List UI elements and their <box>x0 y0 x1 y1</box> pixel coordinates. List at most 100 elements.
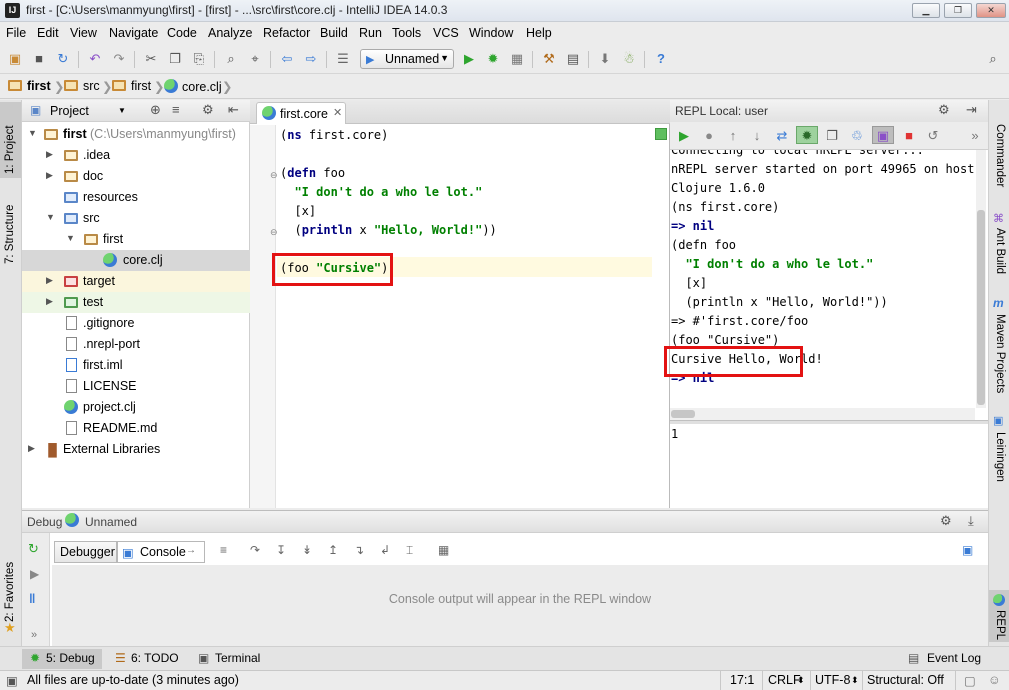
tab-todo[interactable]: 6: TODO <box>131 651 179 665</box>
repl-output[interactable]: Connecting to local nREPL server... nREP… <box>670 150 975 420</box>
tree-row-gitignore[interactable]: .gitignore <box>22 313 250 334</box>
repl-scrollbar-thumb[interactable] <box>977 210 985 405</box>
project-structure-icon[interactable]: ▤ <box>564 50 582 68</box>
tree-row-core-clj[interactable]: core.clj <box>22 250 250 271</box>
structural-mode[interactable]: Structural: Off <box>867 673 944 687</box>
tree-row-readme[interactable]: README.md <box>22 418 250 439</box>
clear-icon[interactable]: ♲ <box>848 127 866 145</box>
code-line-6[interactable]: (println x "Hello, World!")) <box>280 223 496 242</box>
expand-arrow-icon[interactable]: ▼ <box>46 212 55 222</box>
console-area[interactable]: Console output will appear in the REPL w… <box>52 565 988 647</box>
show-execution-point-icon[interactable]: ≡ <box>220 543 227 557</box>
reconnect-icon[interactable]: ↺ <box>924 127 942 145</box>
resume-icon[interactable]: ▶ <box>30 567 39 581</box>
hide-panel-icon[interactable]: ⤓ <box>968 513 974 529</box>
frames-icon[interactable]: ▦ <box>438 543 449 557</box>
collapsed-arrow-icon[interactable]: ▶ <box>46 296 53 307</box>
forward-icon[interactable]: ⇨ <box>302 50 320 68</box>
pin-icon[interactable]: ▣ <box>872 126 894 144</box>
breadcrumb-file[interactable]: core.clj <box>164 79 222 94</box>
tree-row-root[interactable]: ▼ first (C:\Users\manmyung\first) <box>22 124 250 145</box>
collapsed-arrow-icon[interactable]: ▶ <box>46 170 53 181</box>
tab-debug[interactable]: 5: Debug <box>46 651 95 665</box>
cut-icon[interactable]: ✂ <box>142 50 160 68</box>
tab-maven-projects[interactable]: Maven Projects <box>994 314 1006 393</box>
tree-row-first-iml[interactable]: first.iml <box>22 355 250 376</box>
menu-tools[interactable]: Tools <box>392 26 421 40</box>
search-everywhere-icon[interactable]: ⌕ <box>984 50 1002 68</box>
sdk-manager-icon[interactable]: ⬇ <box>596 50 614 68</box>
run-icon[interactable]: ▶ <box>675 127 693 145</box>
tab-repl[interactable]: REPL <box>994 610 1006 640</box>
menu-view[interactable]: View <box>70 26 97 40</box>
find-icon[interactable]: ⌕ <box>222 50 240 68</box>
rerun-icon[interactable]: ↻ <box>28 541 39 557</box>
evaluate-icon[interactable]: ⌶ <box>406 543 413 558</box>
code-line-3[interactable]: (defn foo <box>280 166 345 185</box>
code-line-5[interactable]: [x] <box>280 204 316 223</box>
pin-tab-icon[interactable]: → <box>186 545 196 556</box>
settings-icon[interactable]: ⚒ <box>540 50 558 68</box>
more-icon[interactable]: » <box>966 127 984 145</box>
code-line-1[interactable]: (ns first.core) <box>280 128 388 147</box>
menu-code[interactable]: Code <box>167 26 197 40</box>
menu-build[interactable]: Build <box>320 26 348 40</box>
tree-row-nrepl-port[interactable]: .nrepl-port <box>22 334 250 355</box>
close-repl-icon[interactable]: ■ <box>900 127 918 145</box>
stop-icon[interactable]: ● <box>700 127 718 145</box>
tree-row-resources[interactable]: resources <box>22 187 250 208</box>
menu-analyze[interactable]: Analyze <box>208 26 252 40</box>
history-up-icon[interactable]: ↑ <box>724 127 742 145</box>
pause-icon[interactable]: ‖ <box>29 591 35 606</box>
menu-file[interactable]: File <box>6 26 26 40</box>
history-down-icon[interactable]: ↓ <box>748 127 766 145</box>
copy-icon[interactable]: ❐ <box>166 50 184 68</box>
tab-leiningen[interactable]: Leiningen <box>994 432 1006 482</box>
tab-favorites[interactable]: 2: Favorites <box>4 562 16 622</box>
expand-arrow-icon[interactable]: ▼ <box>28 128 37 138</box>
breadcrumb-first[interactable]: first <box>112 79 151 93</box>
collapsed-arrow-icon[interactable]: ▶ <box>28 443 35 454</box>
sync-icon[interactable]: ↻ <box>54 50 72 68</box>
step-into-icon[interactable]: ↧ <box>276 543 286 557</box>
more-icon[interactable]: » <box>31 629 37 641</box>
menu-run[interactable]: Run <box>359 26 382 40</box>
force-step-into-icon[interactable]: ↡ <box>302 543 312 557</box>
gear-icon[interactable]: ⚙ <box>940 513 952 529</box>
collapsed-arrow-icon[interactable]: ▶ <box>46 275 53 286</box>
collapse-all-icon[interactable]: ≡ <box>172 102 180 117</box>
tab-structure[interactable]: 7: Structure <box>4 205 16 264</box>
save-icon[interactable]: ■ <box>30 50 48 68</box>
breadcrumb-project[interactable]: first <box>8 79 51 93</box>
undo-icon[interactable]: ↶ <box>86 50 104 68</box>
repl-h-scrollbar[interactable] <box>670 408 975 420</box>
menu-edit[interactable]: Edit <box>37 26 59 40</box>
tree-row-src[interactable]: ▼ src <box>22 208 250 229</box>
tree-row-license[interactable]: LICENSE <box>22 376 250 397</box>
step-over-icon[interactable]: ↷ <box>250 543 260 557</box>
tab-commander[interactable]: Commander <box>994 124 1006 187</box>
debug-icon[interactable]: ✹ <box>484 50 502 68</box>
run-to-cursor-icon[interactable]: ↲ <box>380 543 390 557</box>
hide-panel-icon[interactable]: ⇥ <box>966 102 977 118</box>
redo-icon[interactable]: ↷ <box>110 50 128 68</box>
run-config-selector[interactable]: ▶ Unnamed ▼ <box>360 49 454 69</box>
sync-ns-icon[interactable]: ⇄ <box>773 127 791 145</box>
paste-icon[interactable]: ⎘ <box>190 50 208 68</box>
close-icon[interactable]: ✕ <box>333 106 342 119</box>
menu-window[interactable]: Window <box>469 26 513 40</box>
menu-help[interactable]: Help <box>526 26 552 40</box>
tree-row-doc[interactable]: ▶ doc <box>22 166 250 187</box>
fold-marker-icon[interactable]: ⊖ <box>270 227 278 238</box>
make-project-icon[interactable]: ☰ <box>334 50 352 68</box>
tree-row-first[interactable]: ▼ first <box>22 229 250 250</box>
status-icon[interactable]: ▣ <box>6 673 18 688</box>
caret-position[interactable]: 17:1 <box>730 673 754 687</box>
chevron-down-icon[interactable]: ▼ <box>118 106 126 115</box>
menu-navigate[interactable]: Navigate <box>109 26 158 40</box>
run-icon[interactable]: ▶ <box>460 50 478 68</box>
copy-icon[interactable]: ❐ <box>823 127 841 145</box>
lock-icon[interactable]: ▢ <box>964 673 976 688</box>
menu-vcs[interactable]: VCS <box>433 26 459 40</box>
tab-project[interactable]: 1: Project <box>4 125 16 174</box>
